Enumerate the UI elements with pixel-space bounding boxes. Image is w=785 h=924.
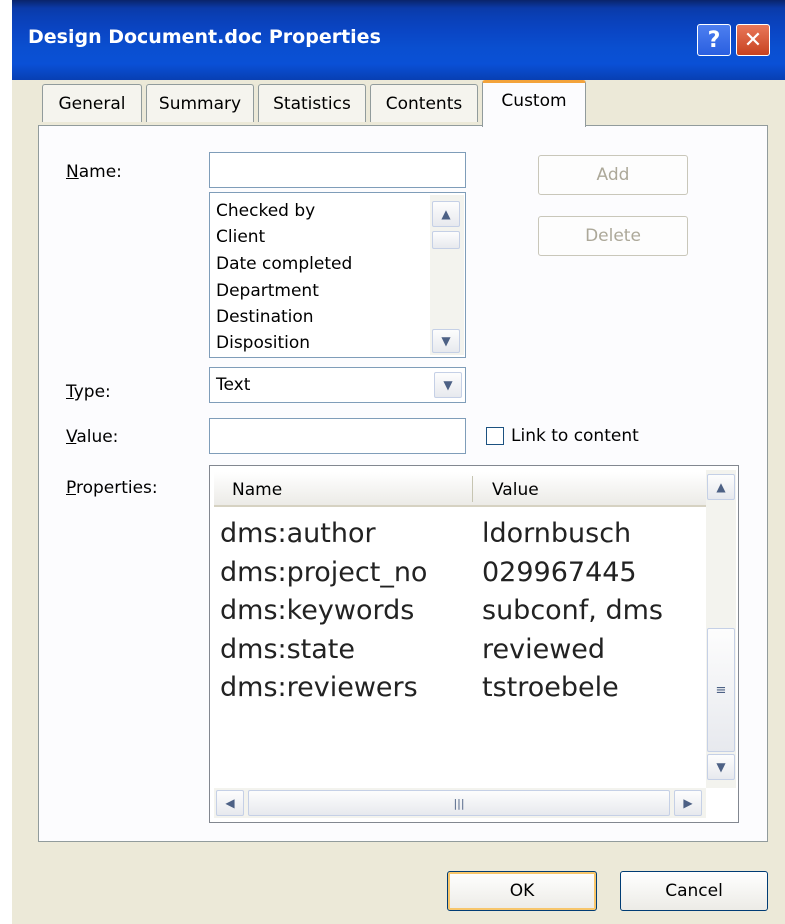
chevron-down-icon[interactable]: ▼ xyxy=(707,754,735,780)
list-item[interactable]: Disposition xyxy=(216,333,310,353)
cancel-button[interactable]: Cancel xyxy=(620,871,768,911)
tab-statistics[interactable]: Statistics xyxy=(258,84,366,122)
close-icon: ✕ xyxy=(743,27,763,53)
tab-label: Custom xyxy=(501,91,567,111)
column-header-name[interactable]: Name xyxy=(232,480,282,500)
delete-button-label: Delete xyxy=(585,226,641,246)
type-select[interactable]: Text ▼ xyxy=(209,367,466,403)
properties-list[interactable]: Name Value dms:author ldornbusch dms:pro… xyxy=(209,465,739,823)
list-scroll-thumb[interactable] xyxy=(432,231,460,249)
table-cell-name[interactable]: dms:state xyxy=(220,634,355,665)
chevron-left-icon[interactable]: ◀ xyxy=(216,790,244,816)
table-cell-value[interactable]: reviewed xyxy=(482,634,605,665)
delete-button[interactable]: Delete xyxy=(538,216,688,256)
add-button-label: Add xyxy=(596,165,630,185)
list-item[interactable]: Date completed xyxy=(216,254,352,274)
link-to-content-checkbox[interactable] xyxy=(486,427,504,445)
tab-label: Contents xyxy=(385,93,463,114)
window-title: Design Document.doc Properties xyxy=(28,26,381,48)
help-button[interactable]: ? xyxy=(697,24,731,56)
ok-button[interactable]: OK xyxy=(447,871,597,911)
scroll-thumb[interactable]: ≡ xyxy=(707,628,735,752)
list-item[interactable]: Destination xyxy=(216,307,314,327)
tab-label: General xyxy=(58,93,126,114)
name-input[interactable] xyxy=(209,152,466,188)
horizontal-scrollbar[interactable]: ◀ ||| ▶ xyxy=(214,788,706,818)
cancel-button-label: Cancel xyxy=(665,881,723,901)
tab-contents[interactable]: Contents xyxy=(370,84,478,122)
tab-label: Summary xyxy=(158,93,242,114)
name-label: Name: xyxy=(66,162,122,182)
column-divider[interactable] xyxy=(472,476,473,502)
list-item[interactable]: Client xyxy=(216,227,265,247)
table-cell-value[interactable]: 029967445 xyxy=(482,557,637,588)
add-button[interactable]: Add xyxy=(538,155,688,195)
chevron-up-icon[interactable]: ▲ xyxy=(432,201,460,227)
table-cell-value[interactable]: ldornbusch xyxy=(482,518,631,549)
table-cell-value[interactable]: tstroebele xyxy=(482,672,619,703)
tab-custom[interactable]: Custom xyxy=(482,80,586,127)
name-list[interactable]: Checked by Client Date completed Departm… xyxy=(209,192,466,358)
list-item[interactable]: Department xyxy=(216,281,319,301)
value-label: Value: xyxy=(66,427,119,447)
chevron-down-icon[interactable]: ▼ xyxy=(432,329,460,353)
column-header-value[interactable]: Value xyxy=(492,480,539,500)
list-item[interactable]: Checked by xyxy=(216,201,315,221)
chevron-down-icon[interactable]: ▼ xyxy=(434,372,462,398)
table-cell-name[interactable]: dms:keywords xyxy=(220,595,414,626)
tab-general[interactable]: General xyxy=(42,84,142,122)
table-cell-name[interactable]: dms:author xyxy=(220,518,376,549)
ok-button-label: OK xyxy=(509,881,535,901)
tab-summary[interactable]: Summary xyxy=(146,84,254,122)
help-icon: ? xyxy=(707,27,721,53)
h-scroll-thumb[interactable]: ||| xyxy=(248,790,670,816)
value-input[interactable] xyxy=(209,418,466,454)
vertical-scrollbar[interactable]: ▲ ≡ ▼ xyxy=(706,470,736,788)
close-button[interactable]: ✕ xyxy=(736,24,770,56)
tab-label: Statistics xyxy=(273,93,351,114)
table-cell-value[interactable]: subconf, dms xyxy=(482,595,663,626)
link-to-content-label: Link to content xyxy=(511,426,639,446)
type-label: Type: xyxy=(66,382,111,402)
properties-header: Name Value xyxy=(214,472,708,507)
chevron-right-icon[interactable]: ▶ xyxy=(674,790,702,816)
chevron-up-icon[interactable]: ▲ xyxy=(707,474,735,500)
table-cell-name[interactable]: dms:project_no xyxy=(220,557,427,588)
type-value: Text xyxy=(216,375,251,395)
properties-label: Properties: xyxy=(66,478,158,498)
list-scrollbar[interactable]: ▲ ▼ xyxy=(430,195,464,355)
table-cell-name[interactable]: dms:reviewers xyxy=(220,672,418,703)
